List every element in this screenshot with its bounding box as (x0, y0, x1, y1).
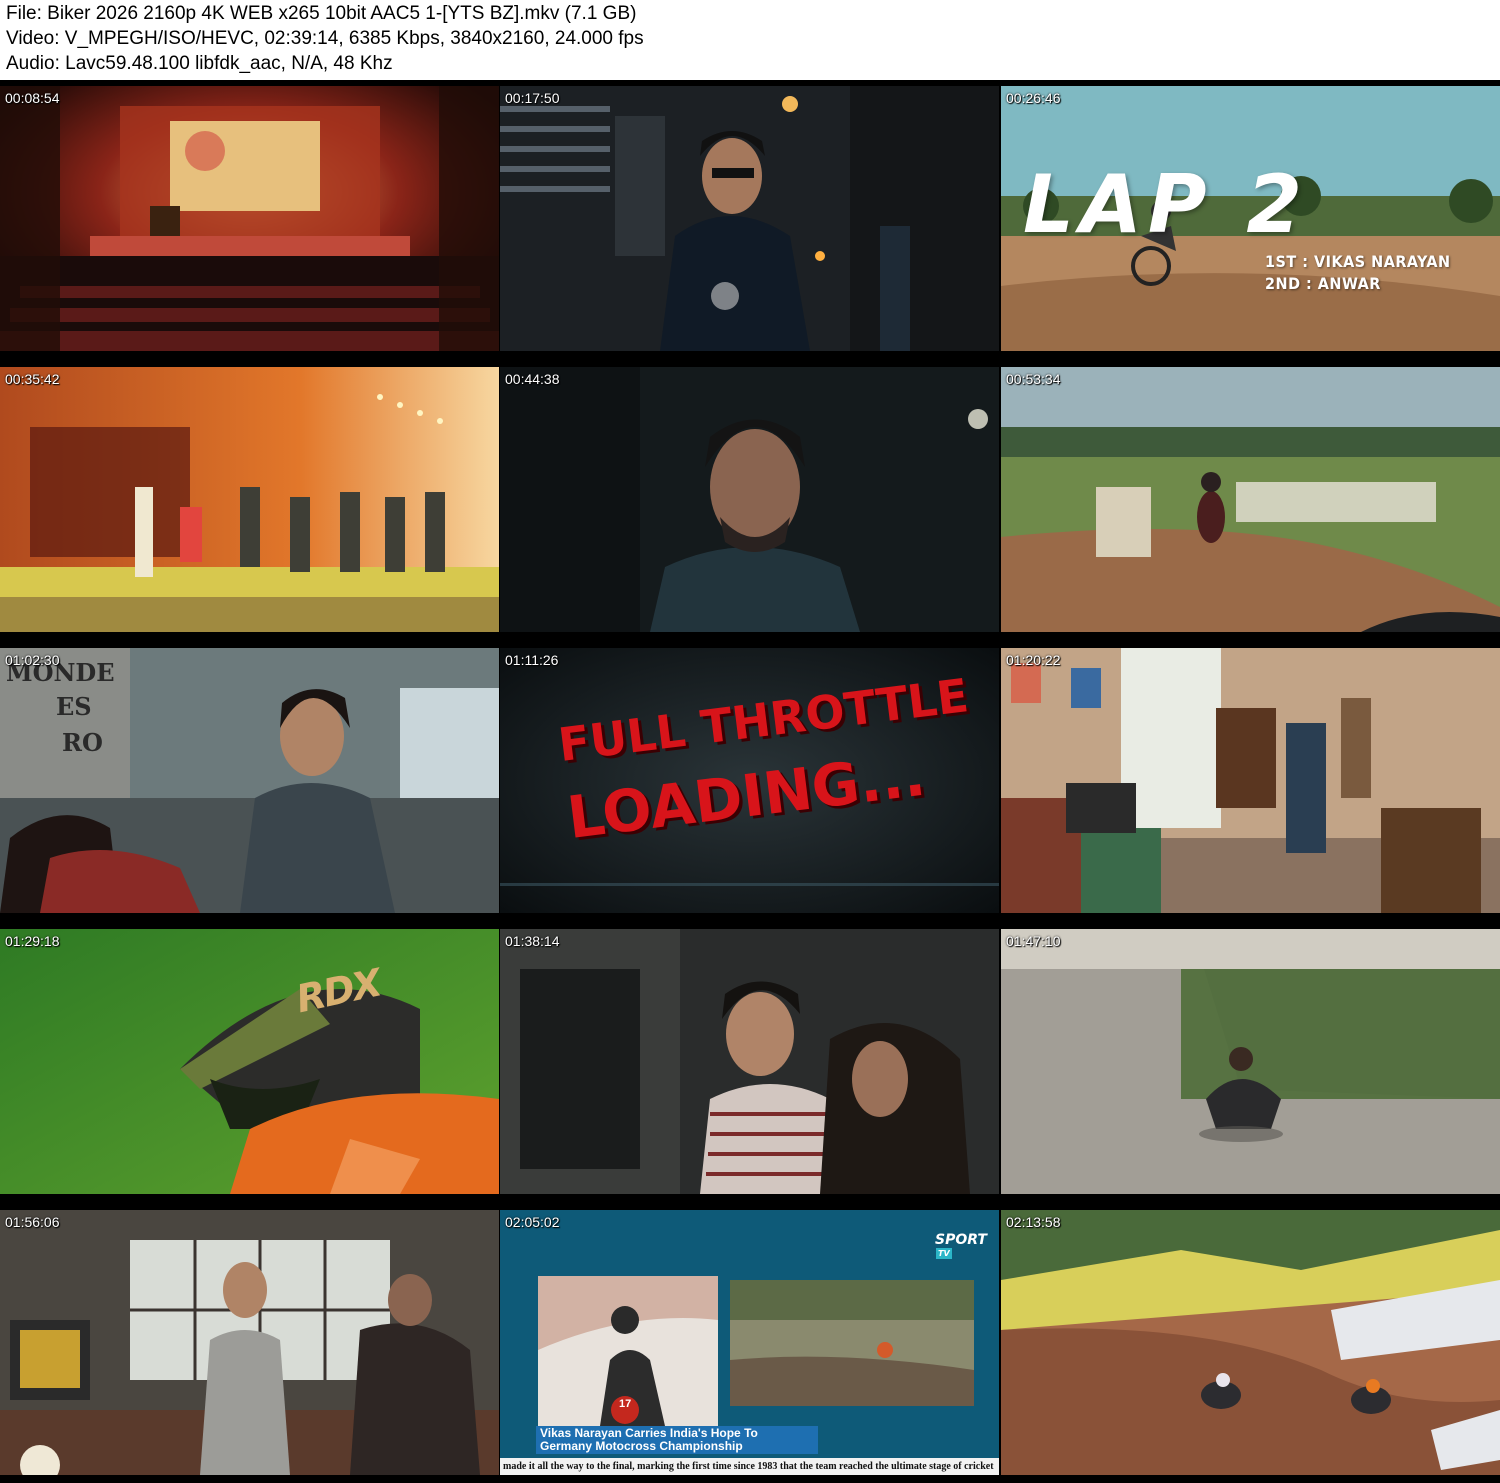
thumbnail-frame[interactable]: RDX 01:29:18 (0, 929, 499, 1194)
frame-timestamp: 01:47:10 (1006, 933, 1061, 949)
frame-timestamp: 01:02:30 (5, 652, 60, 668)
frame-timestamp: 00:35:42 (5, 371, 60, 387)
auditorium-stage-scene (0, 86, 499, 351)
frame-timestamp: 01:56:06 (5, 1214, 60, 1230)
rider-number: 17 (619, 1398, 632, 1410)
thumbnail-frame[interactable]: 01:38:14 (500, 929, 999, 1194)
dance-stage-scene (0, 367, 499, 632)
lap-position-second: 2ND : ANWAR (1265, 274, 1381, 293)
thumbnail-frame[interactable]: 01:20:22 (1001, 648, 1500, 913)
frame-timestamp: 01:38:14 (505, 933, 560, 949)
frame-timestamp: 00:53:34 (1006, 371, 1061, 387)
thumbnail-frame[interactable]: SPORTTV 17 Vikas Narayan Carries India's… (500, 1210, 999, 1475)
thumbnail-frame[interactable]: 00:08:54 (0, 86, 499, 351)
audio-info: Audio: Lavc59.48.100 libfdk_aac, N/A, 48… (6, 53, 393, 74)
broadcaster-logo: SPORTTV (935, 1232, 999, 1264)
news-ticker: made it all the way to the final, markin… (500, 1458, 999, 1475)
thumbnail-frame[interactable]: 00:44:38 (500, 367, 999, 632)
cafe-sign-line-3: RO (62, 728, 103, 757)
lap-title: LAP 2 (1023, 158, 1309, 251)
road-rider-scene (1001, 929, 1500, 1194)
frame-timestamp: 00:08:54 (5, 90, 60, 106)
motocross-track-aerial-scene (1001, 1210, 1500, 1475)
broadcaster-logo-name: SPORT (935, 1232, 987, 1248)
frame-timestamp: 02:05:02 (505, 1214, 560, 1230)
frame-timestamp: 00:26:46 (1006, 90, 1061, 106)
thumbnail-frame[interactable]: 01:47:10 (1001, 929, 1500, 1194)
frame-timestamp: 01:20:22 (1006, 652, 1061, 668)
thumbnail-frame[interactable]: 00:53:34 (1001, 367, 1500, 632)
thumbnail-frame[interactable]: 02:13:58 (1001, 1210, 1500, 1475)
file-info: File: Biker 2026 2160p 4K WEB x265 10bit… (6, 3, 637, 24)
lap-position-first: 1ST : VIKAS NARAYAN (1265, 252, 1451, 271)
thumbnail-frame[interactable]: 00:17:50 (500, 86, 999, 351)
frame-timestamp: 02:13:58 (1006, 1214, 1061, 1230)
cafe-sign-line-2: ES (56, 692, 92, 721)
video-info: Video: V_MPEGH/ISO/HEVC, 02:39:14, 6385 … (6, 28, 644, 49)
thumbnail-frame[interactable]: 00:35:42 (0, 367, 499, 632)
thumbnail-frame[interactable]: FULL THROTTLE LOADING... 01:11:26 (500, 648, 999, 913)
couple-dim-room-scene (500, 929, 999, 1194)
frame-timestamp: 00:44:38 (505, 371, 560, 387)
office-two-men-scene (0, 1210, 499, 1475)
frame-timestamp: 01:29:18 (5, 933, 60, 949)
jacket-man-night-scene (500, 86, 999, 351)
thumbnail-frame[interactable]: MONDE ES RO 01:02:30 (0, 648, 499, 913)
bearded-man-portrait-scene (500, 367, 999, 632)
cafe-conversation-scene (0, 648, 499, 913)
frame-timestamp: 01:11:26 (505, 652, 559, 668)
thumbnail-frame[interactable]: LAP 2 1ST : VIKAS NARAYAN 2ND : ANWAR 00… (1001, 86, 1500, 351)
broadcaster-logo-badge: TV (936, 1248, 952, 1259)
news-headline-line-2: Germany Motocross Championship (540, 1439, 743, 1453)
frame-timestamp: 00:17:50 (505, 90, 560, 106)
thumbnail-frame[interactable]: 01:56:06 (0, 1210, 499, 1475)
info-header: File: Biker 2026 2160p 4K WEB x265 10bit… (0, 0, 1500, 80)
field-motorcycle-scene (1001, 367, 1500, 632)
helmet-rider-closeup-scene (0, 929, 499, 1194)
bedroom-interior-scene (1001, 648, 1500, 913)
thumbnail-grid: 00:08:54 00:17:50 LAP 2 1ST: VIKAS NARA… (0, 80, 1500, 1483)
news-headline: Vikas Narayan Carries India's Hope To Ge… (536, 1426, 818, 1454)
